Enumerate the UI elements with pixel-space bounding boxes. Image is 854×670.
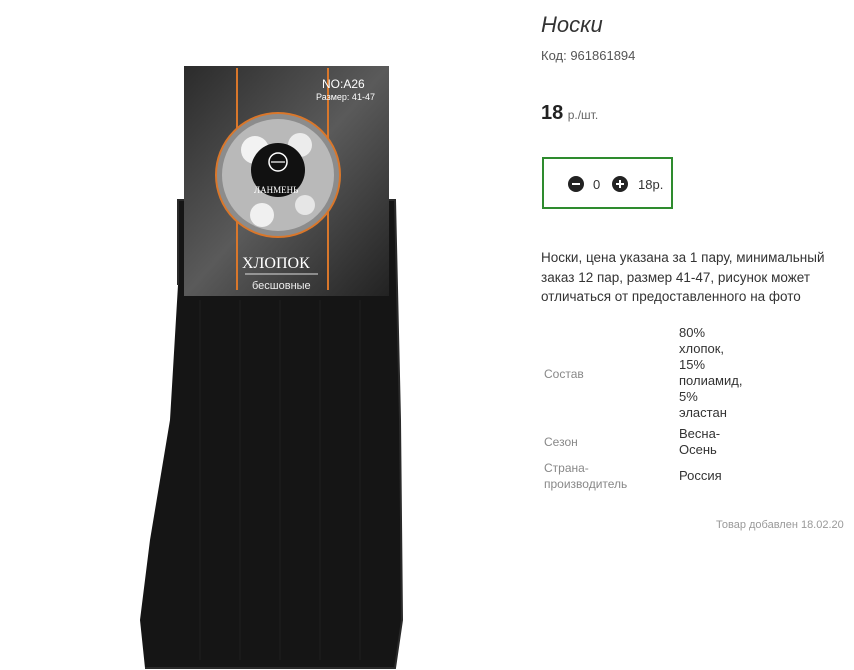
minus-icon[interactable] — [568, 176, 584, 192]
label-brand: ЛАНМЕНЬ — [254, 185, 298, 195]
product-description: Носки, цена указана за 1 пару, минимальн… — [541, 250, 825, 304]
label-model: NO:A26 — [322, 77, 365, 91]
prop-value-composition: 80% хлопок, 15% полиамид, 5% эластан — [679, 325, 743, 420]
product-title: Носки — [541, 12, 603, 37]
prop-key-composition: Состав — [544, 367, 584, 381]
quantity-stepper: 0 18р. — [542, 157, 673, 209]
label-size: Размер: 41-47 — [316, 92, 375, 102]
prop-value-season: Весна- Осень — [679, 426, 721, 457]
label-material: ХЛОПОК — [242, 255, 310, 272]
label-feature: бесшовные — [252, 280, 311, 292]
price-value: 18 — [541, 102, 564, 124]
product-code: Код: 961861894 — [541, 48, 636, 63]
product-image[interactable]: NO:A26 Размер: 41-47 ЛАНМЕНЬ ХЛОПОК бесш… — [0, 0, 530, 670]
added-date: Товар добавлен 18.02.20 — [716, 519, 844, 531]
plus-icon[interactable] — [612, 176, 628, 192]
prop-key-country: Страна- производитель — [544, 461, 628, 491]
product-price: 18 р./шт. — [541, 102, 598, 125]
quantity-sum: 18р. — [638, 177, 664, 192]
price-unit: р./шт. — [567, 108, 599, 122]
prop-key-season: Сезон — [544, 435, 578, 449]
prop-value-country: Россия — [679, 468, 722, 483]
quantity-value[interactable]: 0 — [593, 177, 600, 192]
